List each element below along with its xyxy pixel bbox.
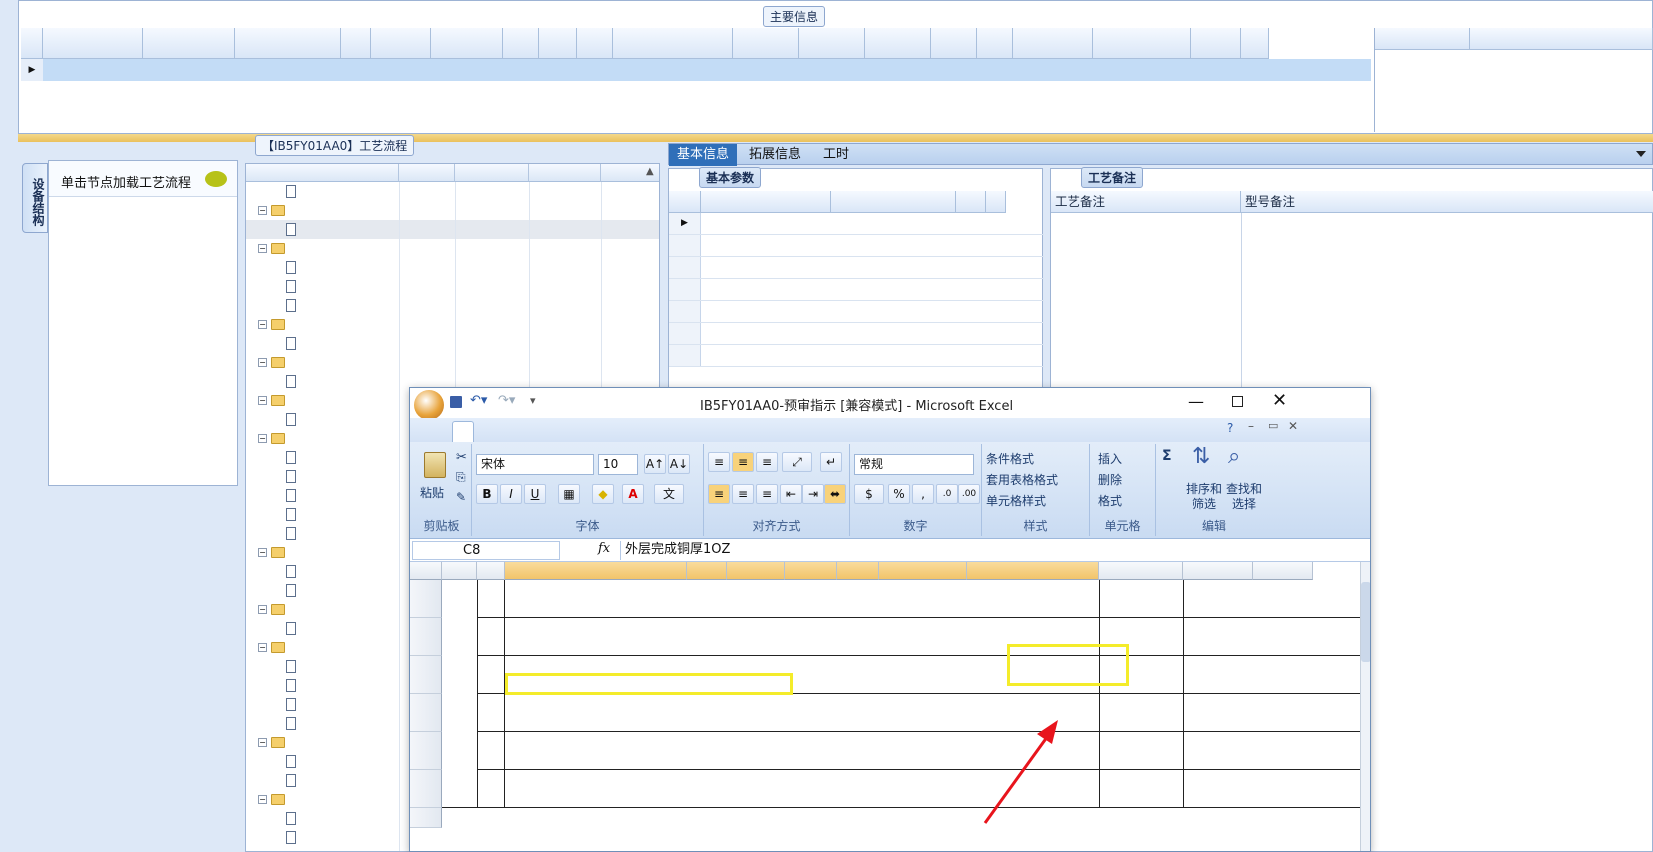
annotation-overlay: [983, 720, 1058, 824]
red-arrow-annotation: [983, 720, 1058, 824]
